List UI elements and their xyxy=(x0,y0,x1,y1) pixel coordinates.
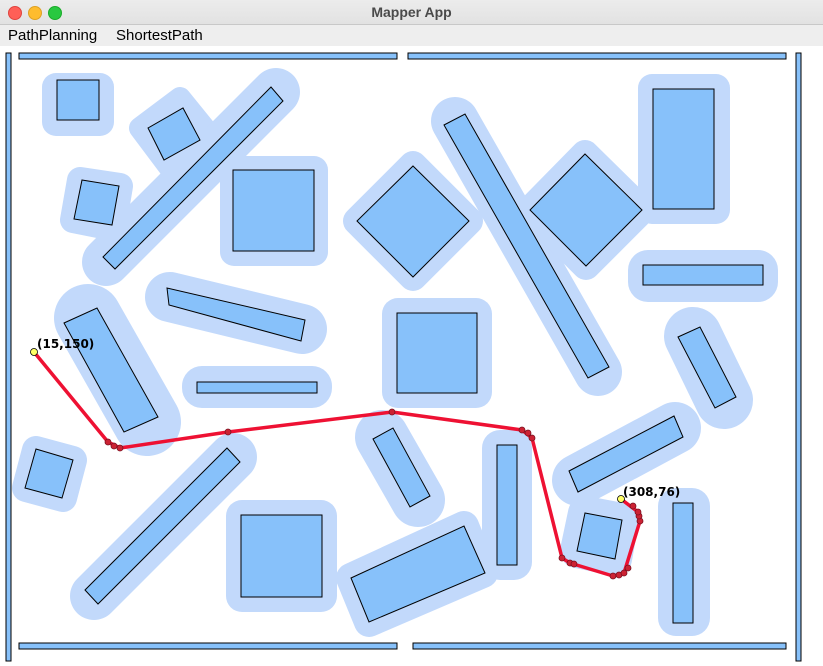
path-node xyxy=(116,444,124,452)
wall-bottom-right xyxy=(412,642,787,650)
menu-bar: PathPlanning ShortestPath xyxy=(0,25,823,46)
obstacle xyxy=(196,381,318,394)
title-bar: Mapper App xyxy=(0,0,823,25)
path-node xyxy=(634,508,642,516)
path-node xyxy=(570,560,578,568)
obstacle xyxy=(496,444,518,566)
path-node xyxy=(224,428,232,436)
obstacle xyxy=(576,512,623,560)
path-node xyxy=(518,426,526,434)
wall-top-left xyxy=(18,52,398,60)
app-window: Mapper App PathPlanning ShortestPath (15… xyxy=(0,0,823,666)
map-svg[interactable]: (15,150) (308,76) xyxy=(0,46,823,666)
obstacle xyxy=(396,312,478,394)
path-node xyxy=(609,572,617,580)
wall-right xyxy=(795,52,802,662)
wall-left xyxy=(5,52,12,662)
path-node xyxy=(104,438,112,446)
path-node xyxy=(524,429,532,437)
path-node xyxy=(388,408,396,416)
obstacle xyxy=(240,514,323,598)
obstacle xyxy=(232,169,315,252)
window-title: Mapper App xyxy=(371,4,452,20)
wall-top-right xyxy=(407,52,787,60)
obstacle xyxy=(73,179,120,226)
obstacle xyxy=(642,264,764,286)
start-label: (15,150) xyxy=(37,337,94,351)
obstacle xyxy=(84,447,241,605)
goal-label: (308,76) xyxy=(623,485,680,499)
path-node xyxy=(620,569,628,577)
obstacle xyxy=(356,165,470,278)
path-node xyxy=(110,442,118,450)
obstacle xyxy=(56,79,100,121)
path-node xyxy=(624,564,632,572)
wall-bottom-left xyxy=(18,642,398,650)
path-node xyxy=(629,502,637,510)
path-node xyxy=(558,554,566,562)
path-node xyxy=(528,434,536,442)
obstacle xyxy=(672,502,694,624)
obstacle xyxy=(652,88,715,210)
map-canvas[interactable]: (15,150) (308,76) xyxy=(0,46,823,666)
menu-path-planning[interactable]: PathPlanning xyxy=(8,27,97,44)
menu-shortest-path[interactable]: ShortestPath xyxy=(116,27,203,44)
